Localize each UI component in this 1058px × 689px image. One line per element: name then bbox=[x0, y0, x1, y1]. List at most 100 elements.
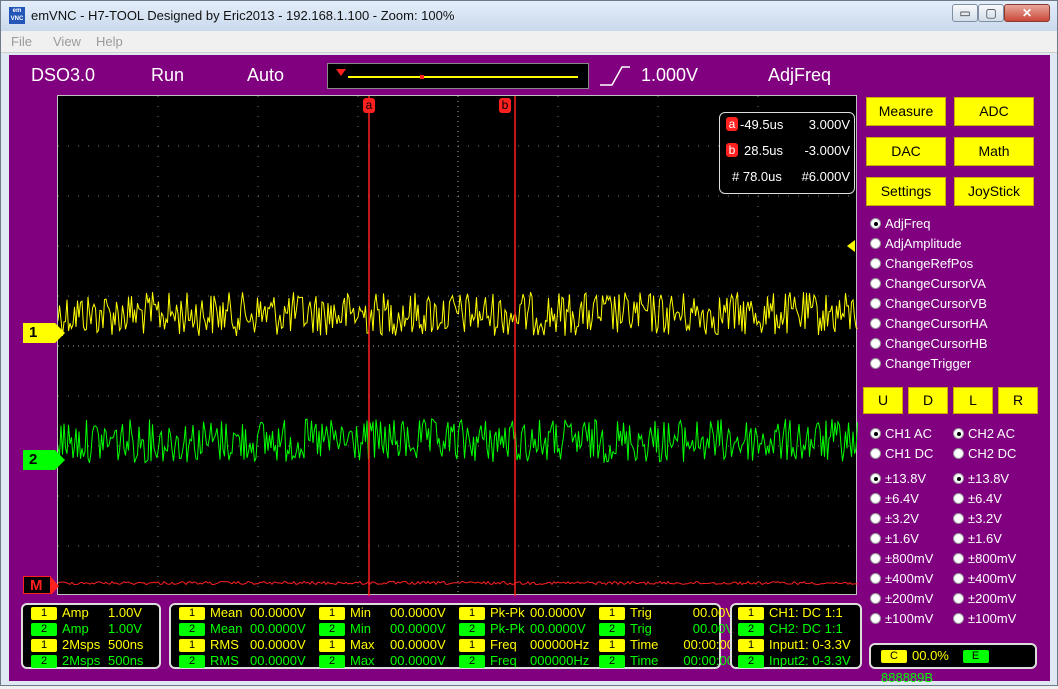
adjust-mode-label: AdjFreq bbox=[885, 216, 931, 231]
maximize-button[interactable]: ▢ bbox=[978, 4, 1004, 22]
measure-key: RMS bbox=[210, 637, 239, 652]
radio-icon[interactable] bbox=[870, 218, 881, 229]
ch1-range-option[interactable]: ±3.2V bbox=[870, 510, 919, 528]
channel-badge: 2 bbox=[459, 623, 485, 636]
channel-badge: 1 bbox=[599, 639, 625, 652]
radio-icon[interactable] bbox=[870, 298, 881, 309]
adjust-mode-option[interactable]: AdjAmplitude bbox=[870, 235, 962, 253]
measure-key: Mean bbox=[210, 621, 243, 636]
radio-icon[interactable] bbox=[870, 318, 881, 329]
cursor-a-label[interactable]: a bbox=[363, 98, 375, 113]
radio-icon[interactable] bbox=[953, 553, 964, 564]
up-button[interactable]: U bbox=[863, 387, 903, 414]
radio-icon[interactable] bbox=[953, 533, 964, 544]
close-button[interactable]: ✕ bbox=[1004, 4, 1050, 22]
right-button[interactable]: R bbox=[998, 387, 1038, 414]
adjust-mode-option[interactable]: ChangeCursorHA bbox=[870, 315, 988, 333]
channel-badge: 2 bbox=[31, 623, 57, 636]
radio-icon[interactable] bbox=[870, 428, 881, 439]
settings-button[interactable]: Settings bbox=[866, 177, 946, 206]
ch2-range-option[interactable]: ±6.4V bbox=[953, 490, 1002, 508]
ch2-coupling-option[interactable]: CH2 DC bbox=[953, 445, 1016, 463]
radio-icon[interactable] bbox=[870, 593, 881, 604]
ch1-range-option[interactable]: ±200mV bbox=[870, 590, 933, 608]
trigger-position-bar[interactable] bbox=[327, 63, 589, 89]
math-marker[interactable]: M bbox=[23, 576, 59, 595]
adjust-mode-option[interactable]: ChangeCursorVB bbox=[870, 295, 987, 313]
radio-icon[interactable] bbox=[870, 338, 881, 349]
adjust-mode-option[interactable]: ChangeTrigger bbox=[870, 355, 971, 373]
range-label: ±400mV bbox=[968, 571, 1017, 586]
ch2-range-option[interactable]: ±800mV bbox=[953, 550, 1016, 568]
radio-icon[interactable] bbox=[953, 613, 964, 624]
dac-button[interactable]: DAC bbox=[866, 137, 946, 166]
ch2-range-option[interactable]: ±3.2V bbox=[953, 510, 1002, 528]
run-state[interactable]: Run bbox=[151, 65, 184, 86]
radio-icon[interactable] bbox=[870, 533, 881, 544]
joystick-button[interactable]: JoyStick bbox=[954, 177, 1034, 206]
ch1-range-option[interactable]: ±800mV bbox=[870, 550, 933, 568]
radio-icon[interactable] bbox=[870, 258, 881, 269]
radio-icon[interactable] bbox=[953, 513, 964, 524]
trigger-mode[interactable]: Auto bbox=[247, 65, 284, 86]
radio-icon[interactable] bbox=[953, 493, 964, 504]
radio-icon[interactable] bbox=[870, 238, 881, 249]
radio-icon[interactable] bbox=[870, 553, 881, 564]
adjust-mode-option[interactable]: ChangeCursorVA bbox=[870, 275, 986, 293]
measure-value: 00.0000V bbox=[250, 621, 306, 636]
measure-row: 2 Mean 00.0000V bbox=[179, 621, 314, 637]
ch1-range-option[interactable]: ±100mV bbox=[870, 610, 933, 628]
ch1-coupling-option[interactable]: CH1 DC bbox=[870, 445, 933, 463]
ch1-marker[interactable]: 1 bbox=[23, 323, 65, 343]
waveform-grid[interactable]: a b a -49.5us 3.000V b 28.5us -3.000V # … bbox=[57, 95, 858, 596]
coupling-label: CH1 AC bbox=[885, 426, 932, 441]
radio-icon[interactable] bbox=[953, 573, 964, 584]
channel-badge: 1 bbox=[179, 639, 205, 652]
adjust-mode-option[interactable]: ChangeCursorHB bbox=[870, 335, 988, 353]
ch1-range-option[interactable]: ±6.4V bbox=[870, 490, 919, 508]
channel-badge: 2 bbox=[738, 623, 764, 636]
measure-row: 1 RMS 00.0000V bbox=[179, 637, 314, 653]
radio-icon[interactable] bbox=[870, 358, 881, 369]
radio-icon[interactable] bbox=[870, 278, 881, 289]
ch2-range-option[interactable]: ±400mV bbox=[953, 570, 1016, 588]
radio-icon[interactable] bbox=[870, 573, 881, 584]
ch2-coupling-option[interactable]: CH2 AC bbox=[953, 425, 1015, 443]
radio-icon[interactable] bbox=[870, 613, 881, 624]
scale-value: 500ns bbox=[108, 637, 144, 652]
left-button[interactable]: L bbox=[953, 387, 993, 414]
adjust-mode-option[interactable]: ChangeRefPos bbox=[870, 255, 973, 273]
ch2-range-option[interactable]: ±13.8V bbox=[953, 470, 1009, 488]
ch1-coupling-option[interactable]: CH1 AC bbox=[870, 425, 932, 443]
ch2-range-option[interactable]: ±1.6V bbox=[953, 530, 1002, 548]
radio-icon[interactable] bbox=[953, 473, 964, 484]
minimize-button[interactable]: ▭ bbox=[952, 4, 978, 22]
radio-icon[interactable] bbox=[953, 593, 964, 604]
menu-help[interactable]: Help bbox=[96, 34, 123, 49]
adjust-mode-label: ChangeCursorVB bbox=[885, 296, 987, 311]
radio-icon[interactable] bbox=[953, 448, 964, 459]
ch2-range-option[interactable]: ±200mV bbox=[953, 590, 1016, 608]
ch2-range-option[interactable]: ±100mV bbox=[953, 610, 1016, 628]
ch2-marker[interactable]: 2 bbox=[23, 450, 65, 470]
cursor-b-label[interactable]: b bbox=[499, 98, 511, 113]
adc-button[interactable]: ADC bbox=[954, 97, 1034, 126]
radio-icon[interactable] bbox=[870, 448, 881, 459]
ch1-range-option[interactable]: ±1.6V bbox=[870, 530, 919, 548]
menu-view[interactable]: View bbox=[53, 34, 81, 49]
measure-row: 2 RMS 00.0000V bbox=[179, 653, 314, 669]
measure-button[interactable]: Measure bbox=[866, 97, 946, 126]
adjust-mode-option[interactable]: AdjFreq bbox=[870, 215, 931, 233]
math-button[interactable]: Math bbox=[954, 137, 1034, 166]
scale-row: 2 Amp 1.00V bbox=[31, 621, 142, 637]
ch1-range-option[interactable]: ±13.8V bbox=[870, 470, 926, 488]
radio-icon[interactable] bbox=[870, 513, 881, 524]
menu-file[interactable]: File bbox=[11, 34, 32, 49]
radio-icon[interactable] bbox=[870, 493, 881, 504]
ch1-range-option[interactable]: ±400mV bbox=[870, 570, 933, 588]
down-button[interactable]: D bbox=[908, 387, 948, 414]
measure-key: Min bbox=[350, 605, 371, 620]
radio-icon[interactable] bbox=[870, 473, 881, 484]
radio-icon[interactable] bbox=[953, 428, 964, 439]
channel-badge: 1 bbox=[31, 639, 57, 652]
